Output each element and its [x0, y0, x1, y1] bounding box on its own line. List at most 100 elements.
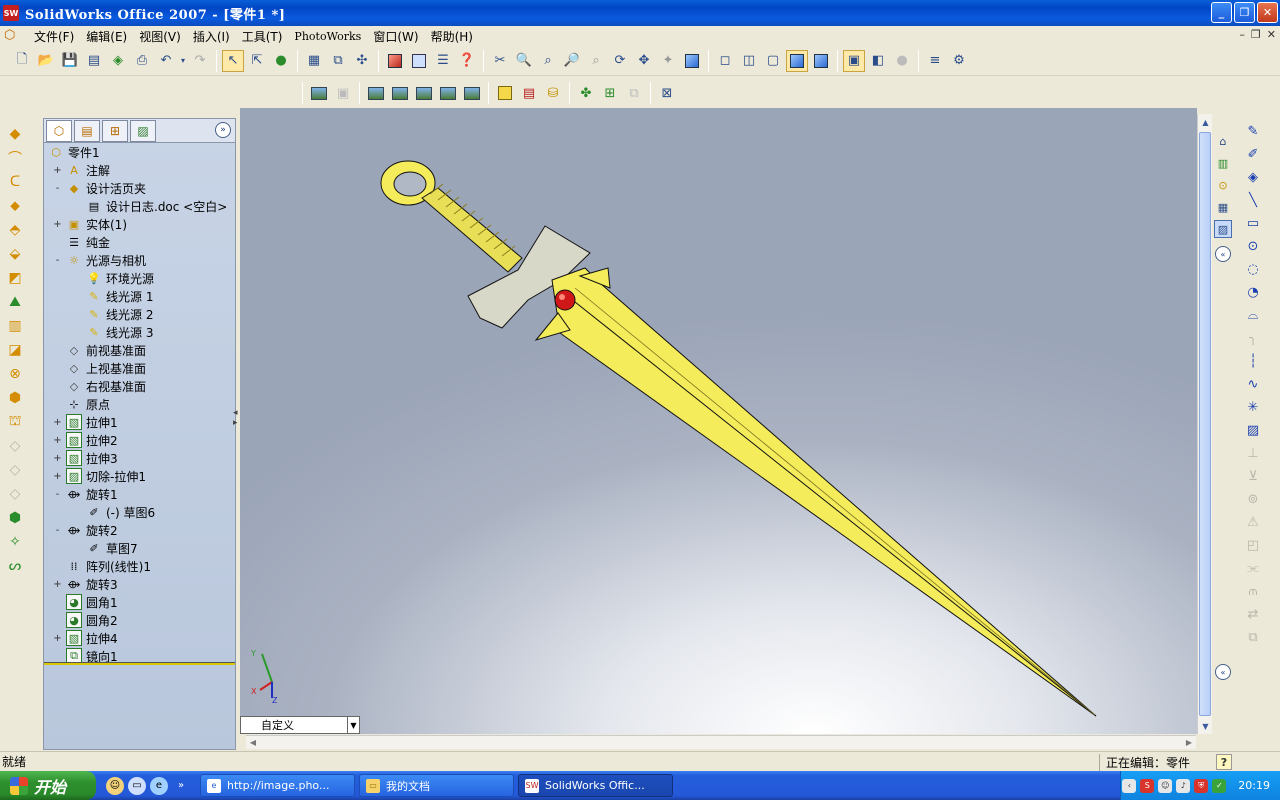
task-my-documents[interactable]: ▭ 我的文档: [359, 774, 514, 797]
tray-s-icon[interactable]: S: [1140, 778, 1155, 793]
tree-item[interactable]: ⬡ 零件1: [44, 143, 235, 161]
collapse-task-pane-icon[interactable]: «: [1215, 246, 1231, 262]
menu-help[interactable]: 帮助(H): [425, 28, 479, 45]
expand-panel-icon[interactable]: »: [215, 122, 231, 138]
select-filter-icon[interactable]: ⇱: [246, 50, 268, 72]
undo-dropdown-icon[interactable]: ▾: [179, 50, 187, 72]
expand-toggle-icon[interactable]: +: [53, 471, 62, 482]
new-document-icon[interactable]: 🗋: [11, 50, 33, 72]
chamfer-icon[interactable]: ⛰: [4, 291, 26, 313]
collapse-toggle-icon[interactable]: -: [53, 525, 62, 536]
rectangle-icon[interactable]: ▭: [1242, 213, 1264, 235]
centerpoint-arc-icon[interactable]: ◌: [1242, 259, 1264, 281]
tree-item[interactable]: ✎ 线光源 2: [44, 305, 235, 323]
expand-toggle-icon[interactable]: +: [53, 417, 62, 428]
view-palette-icon[interactable]: ▦: [1214, 198, 1232, 216]
tree-item[interactable]: ☰ 纯金: [44, 233, 235, 251]
spline-icon[interactable]: ∿: [1242, 374, 1264, 396]
loft-icon[interactable]: ⬥: [4, 195, 26, 217]
shape-icon[interactable]: ⛫: [4, 411, 26, 433]
file-explorer-icon[interactable]: ⊙: [1214, 176, 1232, 194]
redo-icon[interactable]: ↷: [189, 50, 211, 72]
tree-item[interactable]: ◇ 右视基准面: [44, 377, 235, 395]
three-point-arc-icon[interactable]: ⌓: [1242, 305, 1264, 327]
tray-volume-icon[interactable]: ♪: [1176, 778, 1191, 793]
roll-view-icon[interactable]: ✦: [657, 50, 679, 72]
3d-content-icon[interactable]: [384, 50, 406, 72]
shell-icon[interactable]: ▥: [4, 315, 26, 337]
vertical-scroll-thumb[interactable]: [1199, 132, 1211, 716]
tab-propertymanager[interactable]: ▤: [74, 119, 100, 142]
tree-item[interactable]: ⊹ 原点: [44, 395, 235, 413]
render-selection-icon[interactable]: [413, 82, 435, 104]
section-view-icon[interactable]: ◧: [867, 50, 889, 72]
tray-qq-icon[interactable]: ☺: [1158, 778, 1173, 793]
tab-photoworks[interactable]: ▨: [130, 119, 156, 142]
chevron-down-icon[interactable]: ▼: [347, 717, 359, 733]
render-to-file-icon[interactable]: [461, 82, 483, 104]
scroll-down-icon[interactable]: ▼: [1198, 718, 1213, 734]
sword-model[interactable]: [240, 108, 1197, 734]
restore-button[interactable]: ❐: [1234, 2, 1255, 23]
solidworks-menu-icon[interactable]: ⬡: [4, 28, 20, 44]
rib-icon[interactable]: ◪: [4, 339, 26, 361]
appearances-scenes-icon[interactable]: ▨: [1214, 220, 1232, 238]
menu-file[interactable]: 文件(F): [28, 28, 80, 45]
circle-icon[interactable]: ⊙: [1242, 236, 1264, 258]
open-folder-icon[interactable]: 📂: [35, 50, 57, 72]
fillet-icon[interactable]: ◩: [4, 267, 26, 289]
internet-explorer-icon[interactable]: e: [150, 776, 168, 795]
view-orientation-icon[interactable]: [681, 50, 703, 72]
tree-item[interactable]: - ⟴ 旋转2: [44, 521, 235, 539]
quick-launch-more-icon[interactable]: »: [172, 777, 190, 795]
expand-toggle-icon[interactable]: +: [53, 633, 62, 644]
wireframe-icon[interactable]: ◻: [714, 50, 736, 72]
tree-item[interactable]: ✎ 线光源 1: [44, 287, 235, 305]
expand-toggle-icon[interactable]: +: [53, 435, 62, 446]
graphics-area[interactable]: Y X Z 自定义 ▼: [240, 108, 1197, 734]
close-button[interactable]: ✕: [1257, 2, 1278, 23]
dome-icon[interactable]: ⬢: [4, 387, 26, 409]
toolbox-icon[interactable]: ≡: [924, 50, 946, 72]
render-icon[interactable]: [365, 82, 387, 104]
tree-item[interactable]: ◕ 圆角2: [44, 611, 235, 629]
tray-security-icon[interactable]: ⛨: [1194, 778, 1209, 793]
vertical-scrollbar[interactable]: ▲ ▼: [1197, 114, 1212, 734]
scroll-up-icon[interactable]: ▲: [1198, 114, 1213, 130]
menu-photoworks[interactable]: PhotoWorks: [288, 30, 367, 43]
options-grid-icon[interactable]: ▦: [303, 50, 325, 72]
tree-item[interactable]: - ☼ 光源与相机: [44, 251, 235, 269]
rollback-bar[interactable]: [44, 662, 235, 665]
minimize-button[interactable]: _: [1211, 2, 1232, 23]
tray-shield-icon[interactable]: ✓: [1212, 778, 1227, 793]
shaded-with-edges-icon[interactable]: [786, 49, 808, 72]
simulation-icon[interactable]: ⚙: [948, 50, 970, 72]
sketch-picture-icon[interactable]: ▨: [1242, 420, 1264, 442]
line-icon[interactable]: ╲: [1242, 190, 1264, 212]
expand-toggle-icon[interactable]: +: [53, 165, 62, 176]
scroll-right-icon[interactable]: ▶: [1182, 736, 1196, 749]
reference-geometry-icon[interactable]: ✧: [4, 531, 26, 553]
select-arrow-icon[interactable]: ↖: [222, 49, 244, 72]
menu-window[interactable]: 窗口(W): [367, 28, 424, 45]
zoom-selection-icon[interactable]: ⌕: [585, 50, 607, 72]
lighting-icon[interactable]: ✤: [575, 82, 597, 104]
tree-item[interactable]: + ▣ 实体(1): [44, 215, 235, 233]
revolved-boss-icon[interactable]: ⌒: [4, 147, 26, 169]
menu-edit[interactable]: 编辑(E): [80, 28, 133, 45]
rebuild-traffic-light-icon[interactable]: ●: [270, 50, 292, 72]
tree-item[interactable]: + A 注解: [44, 161, 235, 179]
design-library-icon[interactable]: ▥: [1214, 154, 1232, 172]
tree-item[interactable]: + ▧ 拉伸2: [44, 431, 235, 449]
status-help-icon[interactable]: ?: [1216, 754, 1232, 770]
tree-item[interactable]: + ▧ 拉伸4: [44, 629, 235, 647]
tree-item[interactable]: + ▧ 拉伸3: [44, 449, 235, 467]
home-icon[interactable]: ⌂: [1214, 132, 1232, 150]
print-preview-icon[interactable]: ▤: [83, 50, 105, 72]
linear-pattern-icon[interactable]: ⬢: [4, 507, 26, 529]
options-icon[interactable]: ⊞: [599, 82, 621, 104]
tab-featuremanager[interactable]: ⬡: [46, 119, 72, 142]
tree-item[interactable]: ⁞⁞ 阵列(线性)1: [44, 557, 235, 575]
pan-icon[interactable]: ✥: [633, 50, 655, 72]
photoworks-render-icon[interactable]: ✣: [351, 50, 373, 72]
